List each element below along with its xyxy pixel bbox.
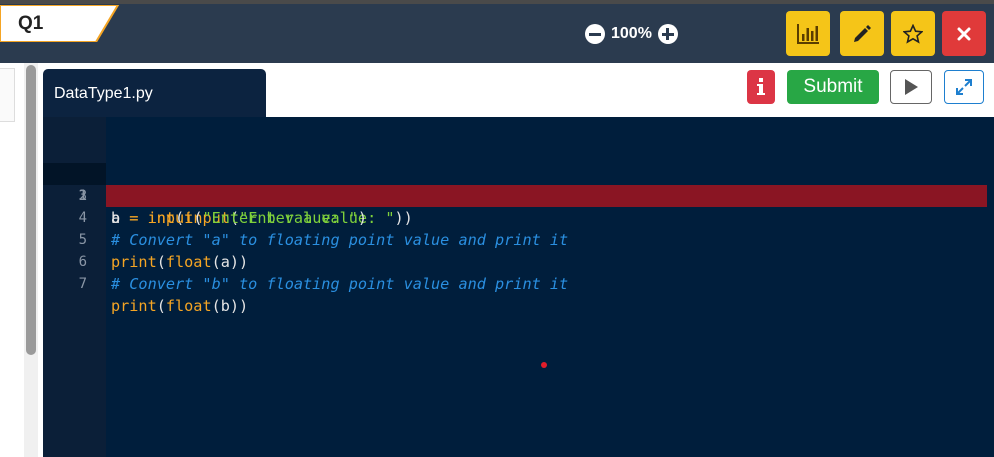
stats-button[interactable] <box>786 11 830 56</box>
left-scrollbar[interactable] <box>24 63 38 457</box>
question-panel-segment <box>0 68 15 122</box>
cursor-dot <box>541 362 547 368</box>
pencil-icon <box>854 24 871 42</box>
question-panel-edge <box>0 63 20 457</box>
code-token: )) <box>229 297 249 315</box>
code-token: ( <box>156 297 166 315</box>
zoom-level: 100% <box>611 25 652 42</box>
code-line-2[interactable]: 2 b = input("Enter b value: ") <box>43 141 994 227</box>
zoom-out-icon[interactable] <box>585 24 605 44</box>
code-comment: # Convert "b" to floating point value an… <box>111 275 569 293</box>
code-editor[interactable]: 1 a = int(input("Enter a value: ")) 2 b … <box>43 117 994 457</box>
info-button[interactable] <box>747 70 775 104</box>
code-token: b <box>220 297 230 315</box>
code-line-3[interactable]: 3 <box>43 163 994 204</box>
star-icon <box>903 23 923 44</box>
zoom-control: 100% <box>585 22 678 46</box>
top-border <box>0 0 994 4</box>
code-line-6[interactable]: 6 # Convert "b" to floating point value … <box>43 229 994 293</box>
run-button[interactable] <box>890 70 932 104</box>
code-lines: 1 a = int(input("Enter a value: ")) 2 b … <box>43 119 994 315</box>
expand-button[interactable] <box>944 70 984 104</box>
code-token: print <box>111 297 157 315</box>
code-line-4[interactable]: 4 # Convert "a" to floating point value … <box>43 185 994 249</box>
question-tab-label: Q1 <box>18 13 44 34</box>
favorite-button[interactable] <box>891 11 935 56</box>
scrollbar-thumb[interactable] <box>26 65 36 355</box>
close-button[interactable] <box>942 11 986 56</box>
close-icon <box>957 27 971 40</box>
play-icon <box>905 79 918 95</box>
top-toolbar: Q1 100% <box>0 0 994 63</box>
question-tab[interactable]: Q1 <box>0 5 120 42</box>
info-icon <box>757 78 765 95</box>
code-line-1[interactable]: 1 a = int(input("Enter a value: ")) <box>43 119 994 227</box>
zoom-in-icon[interactable] <box>657 24 678 44</box>
bar-chart-icon <box>797 23 819 44</box>
edit-button[interactable] <box>840 11 884 56</box>
expand-icon <box>956 79 972 95</box>
code-token: ( <box>211 297 221 315</box>
file-tab[interactable]: DataType1.py <box>43 69 266 117</box>
code-line-5[interactable]: 5 print(float(a)) <box>43 207 994 271</box>
code-token: float <box>165 297 212 315</box>
line-number: 7 <box>78 276 87 292</box>
file-tab-label: DataType1.py <box>54 85 153 102</box>
submit-button[interactable]: Submit <box>787 70 879 104</box>
code-line-7[interactable]: 7 print(float(b)) <box>43 251 994 315</box>
